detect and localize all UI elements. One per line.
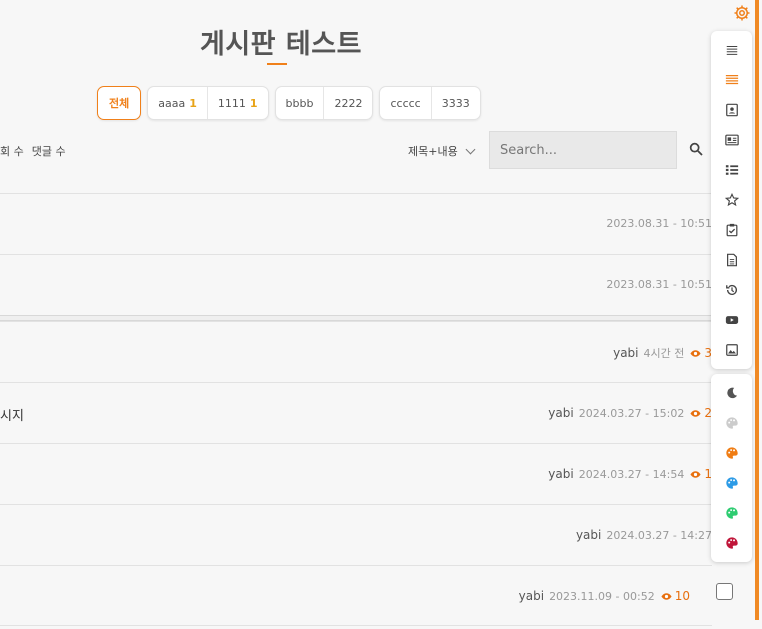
post-date: 2023.08.31 - 10:51: [606, 278, 712, 291]
category-count: 1: [189, 96, 197, 110]
notice-row[interactable]: 2023.08.31 - 10:51: [0, 254, 712, 315]
post-author[interactable]: yabi: [576, 528, 601, 542]
contact-card-icon[interactable]: [711, 95, 752, 125]
youtube-icon[interactable]: [711, 305, 752, 335]
category-tab[interactable]: 2222: [323, 87, 372, 119]
search-type-label: 제목+내용: [408, 145, 458, 158]
eye-icon: [690, 409, 701, 417]
post-date: 2023.08.31 - 10:51: [606, 217, 712, 230]
accent-scroll-bar: [755, 0, 759, 620]
eye-icon: [690, 349, 701, 357]
post-date: 2024.03.27 - 14:54: [578, 467, 685, 481]
category-all-tab[interactable]: 전체: [97, 86, 142, 120]
chevron-down-icon: [465, 144, 476, 154]
search-input[interactable]: [489, 131, 677, 169]
search-type-select[interactable]: 제목+내용: [408, 143, 476, 159]
post-author[interactable]: yabi: [548, 406, 573, 420]
id-card-icon[interactable]: [711, 125, 752, 155]
page-title: 게시판 테스트: [200, 29, 362, 60]
post-author[interactable]: yabi: [519, 589, 544, 603]
category-tabs: 전체 aaaa 1 1111 1 bbbb 2222 ccccc 3333: [97, 86, 481, 120]
document-icon[interactable]: [711, 245, 752, 275]
category-tab[interactable]: aaaa 1: [148, 87, 207, 119]
theme-toolbar: [711, 374, 752, 562]
post-row[interactable]: yabi 4시간 전 3: [0, 321, 712, 382]
eye-icon: [661, 592, 672, 600]
search-icon[interactable]: [688, 141, 704, 157]
category-group: bbbb 2222: [274, 86, 374, 120]
palette-blue-icon[interactable]: [711, 468, 752, 498]
sort-links: 회 수 댓글 수: [0, 143, 74, 159]
category-group: aaaa 1 1111 1: [147, 86, 269, 120]
list-orange-icon[interactable]: [711, 65, 752, 95]
post-date: 4시간 전: [643, 347, 685, 360]
post-list: 2023.08.31 - 10:51 2023.08.31 - 10:51 ya…: [0, 193, 712, 626]
post-author[interactable]: yabi: [613, 346, 638, 360]
post-date: 2024.03.27 - 15:02: [578, 406, 685, 420]
quick-menu-toolbar: [711, 31, 752, 369]
post-title[interactable]: 시지: [0, 405, 24, 424]
post-views: 10: [674, 589, 690, 603]
category-tab[interactable]: 1111 1: [206, 87, 268, 119]
palette-green-icon[interactable]: [711, 498, 752, 528]
eye-icon: [690, 470, 701, 478]
post-date: 2024.03.27 - 14:27: [606, 528, 712, 542]
menu-lines-icon[interactable]: [711, 35, 752, 65]
notice-row[interactable]: 2023.08.31 - 10:51: [0, 193, 712, 254]
history-icon[interactable]: [711, 275, 752, 305]
dark-mode-icon[interactable]: [711, 378, 752, 408]
post-row[interactable]: yabi 2024.03.27 - 14:54 1: [0, 443, 712, 504]
clipboard-check-icon[interactable]: [711, 215, 752, 245]
category-count: 1: [249, 96, 258, 110]
star-icon[interactable]: [711, 185, 752, 215]
post-row[interactable]: 시지 yabi 2024.03.27 - 15:02 2: [0, 382, 712, 443]
post-select-checkbox[interactable]: [716, 583, 733, 600]
palette-red-icon[interactable]: [711, 528, 752, 558]
category-group: ccccc 3333: [379, 86, 481, 120]
palette-gray-icon[interactable]: [711, 408, 752, 438]
category-tab[interactable]: bbbb: [276, 87, 324, 119]
sort-by-views-link[interactable]: 회 수: [0, 145, 24, 158]
image-icon[interactable]: [711, 335, 752, 365]
category-tab[interactable]: ccccc: [380, 87, 430, 119]
palette-orange-icon[interactable]: [711, 438, 752, 468]
post-author[interactable]: yabi: [548, 467, 573, 481]
settings-gear-icon[interactable]: [733, 4, 751, 22]
post-row[interactable]: yabi 2023.11.09 - 00:52 10: [0, 565, 712, 626]
title-underline: [267, 63, 287, 65]
category-tab[interactable]: 3333: [430, 87, 480, 119]
post-date: 2023.11.09 - 00:52: [549, 589, 655, 603]
post-row[interactable]: yabi 2024.03.27 - 14:27: [0, 504, 712, 565]
sort-by-comments-link[interactable]: 댓글 수: [32, 145, 66, 158]
bullet-list-icon[interactable]: [711, 155, 752, 185]
